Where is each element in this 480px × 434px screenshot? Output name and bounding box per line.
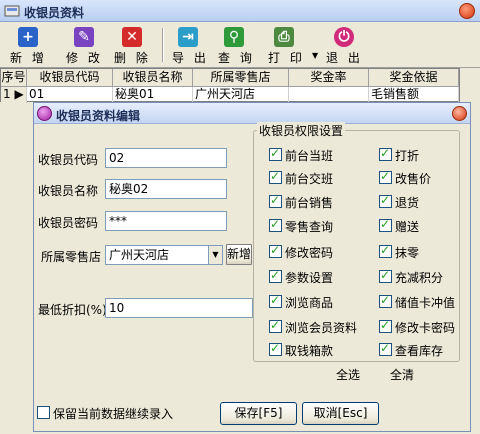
column-header[interactable]: 收银员名称	[113, 69, 193, 87]
permissions-title: 收银员权限设置	[257, 122, 346, 139]
permission-checkbox[interactable]	[379, 268, 392, 283]
permission-label: 修改密码	[285, 246, 334, 260]
cell-basis: 毛销售额	[369, 87, 459, 103]
permission-label: 查看库存	[395, 344, 444, 358]
dialog-titlebar: 收银员资料编辑	[34, 103, 470, 124]
permission-label: 改售价	[395, 172, 432, 186]
print-button[interactable]: ⎙ 打 印 ▼	[264, 25, 320, 65]
discount-label: 最低折扣(%)	[38, 303, 107, 317]
cell-code: 01	[27, 87, 113, 103]
chevron-down-icon[interactable]: ▼	[208, 246, 222, 264]
permission-label: 赠送	[395, 220, 420, 234]
store-select[interactable]: 广州天河店 ▼	[105, 245, 223, 265]
permission-checkbox[interactable]	[269, 318, 282, 333]
permission-checkbox[interactable]	[269, 293, 282, 308]
search-icon: ⚲	[224, 27, 244, 47]
export-icon: ⇥	[178, 27, 198, 47]
permission-label: 浏览会员资料	[285, 321, 358, 335]
permission-checkbox[interactable]	[269, 169, 282, 184]
permission-label: 前台当班	[285, 149, 334, 163]
row-pointer-icon: ▶	[10, 87, 24, 101]
permission-label: 储值卡冲值	[395, 296, 456, 310]
printer-icon: ⎙	[274, 27, 294, 47]
new-button[interactable]: + 新 增	[4, 25, 54, 65]
permission-checkbox[interactable]	[379, 169, 392, 184]
permission-label: 零售查询	[285, 220, 334, 234]
permission-label: 浏览商品	[285, 296, 334, 310]
cell-rate	[289, 87, 369, 103]
power-icon: ⏻	[334, 27, 354, 47]
code-field[interactable]: 02	[105, 148, 227, 168]
permission-label: 取钱箱款	[285, 344, 334, 358]
permission-label: 参数设置	[285, 271, 334, 285]
row-index: 1	[3, 87, 11, 101]
dialog-title: 收银员资料编辑	[56, 109, 141, 123]
toolbar-separator	[162, 28, 164, 62]
name-label: 收银员名称	[38, 184, 99, 198]
edit-button[interactable]: ✎ 修 改	[60, 25, 110, 65]
permission-label: 打折	[395, 149, 420, 163]
column-header[interactable]: 奖金依据	[369, 69, 459, 87]
permission-label: 前台交班	[285, 172, 334, 186]
keep-data-label: 保留当前数据继续录入	[53, 407, 174, 421]
export-button[interactable]: ⇥ 导 出	[168, 25, 212, 65]
permission-checkbox[interactable]	[379, 341, 392, 356]
edit-dialog: 收银员资料编辑 收银员代码 02 收银员名称 秘奥02 收银员密码 *** 所属…	[33, 102, 471, 432]
column-header[interactable]: 收银员代码	[27, 69, 113, 87]
store-select-value: 广州天河店	[109, 248, 170, 262]
code-label: 收银员代码	[38, 153, 99, 167]
permission-checkbox[interactable]	[379, 318, 392, 333]
cell-store: 广州天河店	[193, 87, 289, 103]
query-button[interactable]: ⚲ 查 询	[214, 25, 258, 65]
dialog-close-icon[interactable]	[452, 106, 467, 121]
dialog-icon	[37, 106, 52, 121]
password-field[interactable]: ***	[105, 211, 227, 231]
delete-icon: ✕	[122, 27, 142, 47]
permission-checkbox[interactable]	[379, 146, 392, 161]
permission-checkbox[interactable]	[379, 293, 392, 308]
plus-icon: +	[18, 27, 38, 47]
cell-name: 秘奥01	[113, 87, 193, 103]
permission-label: 退货	[395, 196, 420, 210]
permission-label: 充减积分	[395, 271, 444, 285]
delete-button[interactable]: ✕ 删 除	[108, 25, 158, 65]
column-header[interactable]: 奖金率	[289, 69, 369, 87]
column-header[interactable]: 序号	[1, 69, 27, 87]
exit-button[interactable]: ⏻ 退 出	[322, 25, 366, 65]
permission-checkbox[interactable]	[269, 146, 282, 161]
column-header[interactable]: 所属零售店	[193, 69, 289, 87]
cashier-table: 序号 收银员代码 收银员名称 所属零售店 奖金率 奖金依据 1 ▶ 01 秘奥0…	[0, 68, 460, 103]
permission-checkbox[interactable]	[269, 243, 282, 258]
select-all-link[interactable]: 全选	[336, 366, 360, 383]
permission-checkbox[interactable]	[269, 268, 282, 283]
chevron-down-icon[interactable]: ▼	[312, 51, 318, 60]
permission-checkbox[interactable]	[269, 217, 282, 232]
permission-checkbox[interactable]	[379, 217, 392, 232]
window-titlebar: 收银员资料	[0, 0, 480, 22]
keep-data-checkbox[interactable]	[37, 406, 50, 419]
permission-label: 前台销售	[285, 196, 334, 210]
permission-label: 修改卡密码	[395, 321, 456, 335]
permission-checkbox[interactable]	[269, 341, 282, 356]
edit-icon: ✎	[74, 27, 94, 47]
store-new-button[interactable]: 新增	[226, 244, 252, 265]
store-label: 所属零售店	[41, 250, 102, 264]
password-label: 收银员密码	[38, 216, 99, 230]
window-close-icon[interactable]	[459, 3, 475, 19]
discount-field[interactable]: 10	[105, 298, 253, 318]
app-icon	[4, 3, 20, 19]
name-field[interactable]: 秘奥02	[105, 179, 227, 199]
save-button[interactable]: 保存[F5]	[220, 402, 297, 425]
permission-checkbox[interactable]	[269, 193, 282, 208]
cancel-button[interactable]: 取消[Esc]	[302, 402, 379, 425]
window-title: 收银员资料	[24, 6, 85, 20]
toolbar: + 新 增 ✎ 修 改 ✕ 删 除 ⇥ 导 出 ⚲ 查 询 ⎙ 打 印 ▼ ⏻ …	[0, 22, 480, 68]
permission-label: 抹零	[395, 246, 420, 260]
permission-checkbox[interactable]	[379, 243, 392, 258]
permission-checkbox[interactable]	[379, 193, 392, 208]
clear-all-link[interactable]: 全清	[390, 366, 414, 383]
